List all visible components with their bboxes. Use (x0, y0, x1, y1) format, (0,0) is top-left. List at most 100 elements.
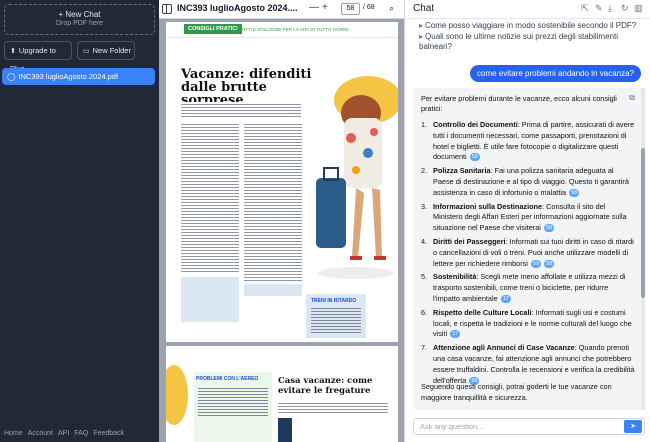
pdf-title: INC393 luglioAgosto 2024.... (177, 3, 298, 13)
article-lede (278, 401, 388, 415)
citation-badge[interactable]: 58 (469, 153, 480, 162)
answer-conclusion: Seguendo questi consigli, potrai goderti… (421, 382, 612, 402)
item-heading: Sostenibilità (433, 272, 477, 282)
new-folder-button[interactable]: ▭ New Folder (77, 41, 135, 60)
item-number: 6. (421, 307, 428, 317)
section-badge: CONSIGLI PRATICI (184, 24, 242, 34)
section-subtitle: DIRITTI E SOLUZIONI PER LA VITA DI TUTTI… (236, 27, 349, 32)
user-message: come evitare problemi andando in vacanza… (470, 65, 641, 82)
suggestion-item[interactable]: ▸ Quali sono le ultime notizie sui prezzi… (419, 32, 639, 52)
upgrade-icon: ⬆ (10, 48, 16, 55)
chat-title: Chat (413, 3, 435, 14)
box-text (198, 386, 268, 416)
share-icon[interactable]: ⇱ (581, 3, 589, 14)
chat-scrollbar[interactable] (641, 88, 645, 410)
item-number: 7. (421, 343, 428, 353)
box-title: PROBLEMI CON L'AEREO (196, 376, 259, 382)
citation-badge[interactable]: 58 (569, 188, 580, 197)
list-item: 1. Controllo dei Documenti: Prima di part… (421, 120, 635, 163)
sidebar: + New Chat Drop PDF here ⬆Upgrade to Plu… (0, 0, 159, 442)
article-headline: Casa vacanze: come evitare le fregature (278, 376, 373, 396)
sidebar-footer: Home Account API FAQ Feedback (4, 430, 129, 437)
answer-list: 1. Controllo dei Documenti: Prima di part… (421, 120, 635, 389)
footer-link-home[interactable]: Home (4, 430, 23, 437)
page-number-input[interactable]: 58 (341, 3, 360, 15)
drop-pdf-hint: Drop PDF here (55, 20, 104, 27)
airplane-illustration (166, 365, 188, 425)
list-item: 6. Rispetto delle Culture Locali: Informa… (421, 308, 635, 340)
citation-badge[interactable]: 58 (544, 259, 555, 268)
citation-badge[interactable]: 17 (450, 330, 461, 339)
item-number: 3. (421, 201, 428, 211)
woman-with-suitcase-illustration (316, 76, 398, 279)
new-folder-label: New Folder (92, 46, 131, 55)
refresh-icon[interactable]: ↻ (621, 3, 629, 14)
box-text (311, 306, 361, 334)
suggestion-text: Quali sono le ultime notizie sui prezzi … (419, 32, 618, 51)
page-header-band: CONSIGLI PRATICI DIRITTI E SOLUZIONI PER… (166, 22, 398, 38)
new-chat-label: + New Chat (58, 10, 101, 19)
footer-link-account[interactable]: Account (28, 430, 53, 437)
item-heading: Informazioni sulla Destinazione (433, 201, 543, 211)
house-illustration (278, 418, 292, 442)
chat-bubble-icon: ◯ (7, 72, 16, 81)
citation-badge[interactable]: 17 (500, 295, 511, 304)
item-heading: Polizza Sanitaria (433, 166, 491, 176)
item-number: 4. (421, 236, 428, 246)
chat-header: Chat ⇱ ✎ ⤓ ↻ ▥ (405, 0, 650, 19)
pdf-viewer: INC393 luglioAgosto 2024.... — + 58 / 68… (159, 0, 404, 442)
list-item: 5. Sostenibilità: Scegli mete meno affoll… (421, 272, 635, 304)
assistant-message: ⧉ Per evitare problemi durante le vacanz… (413, 88, 641, 410)
arrow-right-icon: ▸ (419, 32, 424, 41)
citation-badge[interactable]: 59 (530, 259, 542, 268)
sidebar-file-item[interactable]: ◯ INC393 luglioAgosto 2024.pdf (2, 68, 155, 85)
box-title: TRENI IN RITARDO (311, 298, 357, 304)
search-icon[interactable]: ⌕ (389, 3, 394, 14)
citation-badge[interactable]: 58 (543, 224, 555, 233)
edit-icon[interactable]: ✎ (595, 3, 603, 14)
item-heading: Diritti dei Passeggeri (433, 236, 506, 246)
file-name: INC393 luglioAgosto 2024.pdf (18, 72, 119, 81)
footer-link-api[interactable]: API (58, 430, 69, 437)
pdf-page: PROBLEMI CON L'AEREO Casa vacanze: come … (166, 346, 398, 442)
suggestion-text: Come posso viaggiare in modo sostenibile… (425, 21, 637, 30)
answer-intro: Per evitare problemi durante le vacanze,… (421, 94, 617, 113)
item-number: 2. (421, 166, 428, 176)
list-item: 2. Polizza Sanitaria: Fai una polizza san… (421, 166, 635, 198)
send-button[interactable]: ➤ (624, 420, 642, 433)
info-box (181, 277, 239, 322)
article-lede (181, 102, 301, 118)
upgrade-button[interactable]: ⬆Upgrade to Plus (4, 41, 72, 73)
download-icon[interactable]: ⤓ (608, 3, 612, 14)
paper-plane-icon: ➤ (630, 423, 636, 430)
chat-panel: Chat ⇱ ✎ ⤓ ↻ ▥ ▸ Come posso viaggiare in … (404, 0, 650, 442)
sidebar-toggle-icon[interactable] (162, 4, 172, 14)
list-item: 7. Attenzione agli Annunci di Case Vacanz… (421, 343, 635, 386)
footer-link-feedback[interactable]: Feedback (93, 430, 124, 437)
footer-link-faq[interactable]: FAQ (74, 430, 88, 437)
folder-icon: ▭ (83, 48, 90, 55)
page-total: / 68 (363, 4, 375, 11)
trash-icon[interactable]: ▥ (634, 3, 643, 14)
item-heading: Controllo dei Documenti (433, 120, 518, 129)
text-column (181, 122, 239, 272)
arrow-right-icon: ▸ (419, 21, 424, 30)
zoom-in-button[interactable]: + (322, 2, 328, 13)
item-heading: Rispetto delle Culture Locali (433, 307, 532, 317)
item-heading: Attenzione agli Annunci di Case Vacanze (433, 343, 575, 353)
list-item: 3. Informazioni sulla Destinazione: Consu… (421, 202, 635, 234)
zoom-out-button[interactable]: — (309, 2, 319, 13)
pdf-toolbar: INC393 luglioAgosto 2024.... — + 58 / 68… (159, 0, 404, 19)
info-box (244, 284, 302, 296)
scrollbar-thumb[interactable] (641, 148, 645, 298)
item-number: 5. (421, 272, 428, 282)
text-column (244, 122, 302, 282)
suggestion-item[interactable]: ▸ Come posso viaggiare in modo sostenibil… (419, 21, 639, 31)
list-item: 4. Diritti dei Passeggeri: Informati sui … (421, 237, 635, 269)
new-chat-dropzone[interactable]: + New Chat Drop PDF here (4, 4, 155, 35)
chat-input-placeholder: Ask any question... (420, 422, 484, 431)
app: + New Chat Drop PDF here ⬆Upgrade to Plu… (0, 0, 650, 442)
chat-input[interactable]: Ask any question... ➤ (413, 418, 645, 435)
pdf-page: CONSIGLI PRATICI DIRITTI E SOLUZIONI PER… (166, 22, 398, 342)
copy-icon[interactable]: ⧉ (629, 93, 635, 103)
